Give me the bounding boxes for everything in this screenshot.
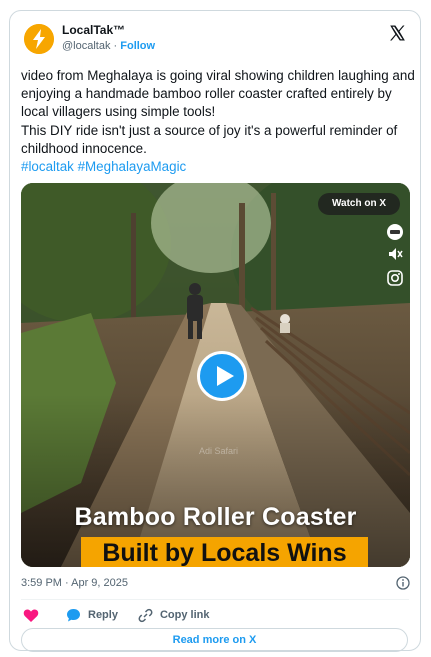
read-more-button[interactable]: Read more on X — [21, 628, 408, 652]
post-timestamp[interactable]: 3:59 PM · Apr 9, 2025 — [21, 577, 128, 589]
author-display-name[interactable]: LocalTak™ — [62, 22, 155, 38]
like-button[interactable] — [23, 608, 46, 623]
author-block: LocalTak™ @localtak · Follow — [62, 22, 155, 54]
author-handle-line: @localtak · Follow — [62, 38, 155, 54]
post-text-line: video from Meghalaya is going viral show… — [21, 68, 415, 120]
embedded-post-card: LocalTak™ @localtak · Follow video from … — [9, 10, 421, 652]
video-watermark: Adi Safari — [199, 446, 239, 456]
watch-on-x-button[interactable]: Watch on X — [318, 193, 400, 215]
instagram-icon[interactable] — [386, 269, 404, 287]
captions-icon[interactable] — [386, 223, 404, 241]
post-hashtags[interactable]: #localtak #MeghalayaMagic — [21, 158, 416, 176]
video-caption-bottom: Built by Locals Wins — [81, 537, 368, 567]
x-logo-icon[interactable] — [388, 24, 406, 42]
localtak-logo-icon[interactable] — [24, 24, 54, 54]
heart-icon — [23, 609, 39, 622]
author-handle[interactable]: @localtak — [62, 40, 110, 52]
reply-label: Reply — [88, 609, 118, 621]
copy-link-label: Copy link — [159, 609, 210, 621]
info-icon[interactable] — [396, 576, 410, 590]
reply-button[interactable]: Reply — [66, 608, 118, 622]
follow-button[interactable]: Follow — [120, 40, 155, 52]
link-icon — [138, 608, 153, 622]
reply-icon — [67, 609, 80, 622]
divider — [21, 599, 409, 600]
post-text: video from Meghalaya is going viral show… — [21, 67, 416, 176]
post-text-line: This DIY ride isn't just a source of joy… — [21, 122, 398, 156]
play-icon[interactable] — [197, 351, 247, 401]
handle-separator: · — [110, 40, 121, 52]
video-thumbnail[interactable]: Watch on X Adi Safari Bamboo Roller Coas… — [21, 183, 410, 567]
audio-icon[interactable] — [386, 245, 404, 263]
video-caption-top: Bamboo Roller Coaster — [74, 503, 357, 531]
post-actions: Reply Copy link — [23, 605, 229, 625]
post-header: LocalTak™ @localtak · Follow — [24, 22, 408, 60]
copy-link-button[interactable]: Copy link — [138, 608, 210, 623]
